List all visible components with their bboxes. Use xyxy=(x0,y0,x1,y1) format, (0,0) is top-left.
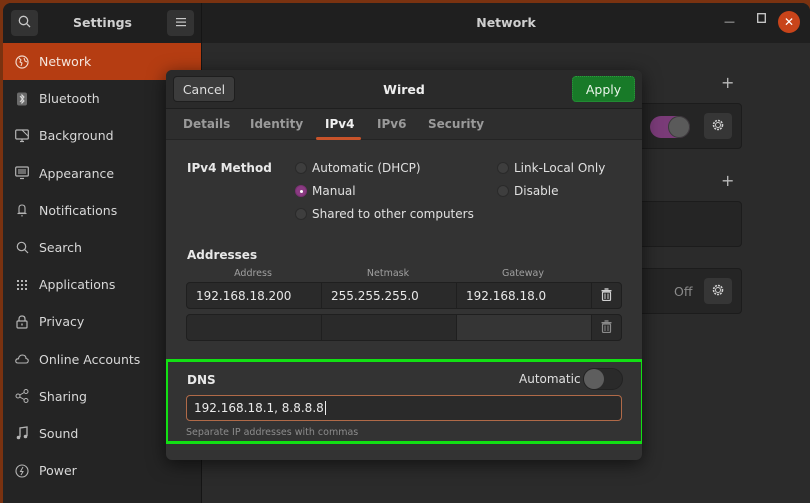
sidebar-item-label: Power xyxy=(39,463,77,479)
netmask-input[interactable] xyxy=(322,315,457,340)
radio-indicator xyxy=(497,162,509,174)
tab-ipv6[interactable]: IPv6 xyxy=(377,117,406,131)
radio-indicator xyxy=(295,162,307,174)
radio-indicator xyxy=(295,208,307,220)
sidebar-item-label: Bluetooth xyxy=(39,91,100,107)
minimize-icon: — xyxy=(724,15,735,28)
sidebar-item-label: Appearance xyxy=(39,165,115,181)
add-connection-button[interactable]: + xyxy=(721,171,734,190)
ipv4-method-label: IPv4 Method xyxy=(187,161,272,175)
netmask-input[interactable]: 255.255.255.0 xyxy=(322,283,457,308)
dns-input-value: 192.168.18.1, 8.8.8.8 xyxy=(194,401,324,415)
wired-dialog: Cancel Wired Apply Details Identity IPv4… xyxy=(166,70,642,460)
radio-link-local[interactable]: Link-Local Only xyxy=(497,161,605,175)
tab-security[interactable]: Security xyxy=(428,117,484,131)
addresses-label: Addresses xyxy=(187,248,258,262)
header-bar: Settings Network — ✕ xyxy=(3,3,810,43)
address-input[interactable]: 192.168.18.200 xyxy=(187,283,322,308)
sidebar-item-label: Search xyxy=(39,240,82,256)
maximize-icon xyxy=(757,13,766,26)
radio-label: Link-Local Only xyxy=(514,161,606,175)
maximize-button[interactable] xyxy=(757,13,766,26)
sidebar-item-label: Applications xyxy=(39,277,116,293)
sidebar-item-label: Network xyxy=(39,54,92,70)
proxy-settings-button[interactable] xyxy=(704,278,732,304)
apply-button[interactable]: Apply xyxy=(572,76,635,102)
dns-hint: Separate IP addresses with commas xyxy=(186,427,359,438)
text-caret xyxy=(324,401,326,415)
sidebar-item-label: Background xyxy=(39,128,114,144)
trash-icon xyxy=(601,319,612,336)
grid-icon xyxy=(15,278,29,292)
tab-ipv4[interactable]: IPv4 xyxy=(325,117,354,131)
address-row: 192.168.18.200 255.255.255.0 192.168.18.… xyxy=(186,282,622,309)
page-title: Network xyxy=(476,15,536,30)
wired-toggle[interactable] xyxy=(650,116,690,138)
music-note-icon xyxy=(15,426,29,440)
lock-icon xyxy=(15,315,29,329)
radio-indicator-checked xyxy=(295,185,307,197)
sidebar-item-label: Notifications xyxy=(39,202,118,218)
close-icon: ✕ xyxy=(783,15,795,29)
close-button[interactable]: ✕ xyxy=(778,11,800,33)
menu-button[interactable] xyxy=(167,10,194,36)
tab-identity[interactable]: Identity xyxy=(250,117,303,131)
bell-icon xyxy=(15,203,29,217)
trash-icon xyxy=(601,287,612,304)
radio-manual[interactable]: Manual xyxy=(295,184,356,198)
radio-label: Automatic (DHCP) xyxy=(312,161,421,175)
radio-automatic-dhcp[interactable]: Automatic (DHCP) xyxy=(295,161,421,175)
dns-automatic-label: Automatic xyxy=(519,372,581,386)
radio-label: Shared to other computers xyxy=(312,207,474,221)
sidebar-item-label: Sound xyxy=(39,425,79,441)
dns-label: DNS xyxy=(187,373,216,387)
bluetooth-icon xyxy=(15,92,29,106)
sidebar-item-label: Sharing xyxy=(39,388,87,404)
address-input[interactable] xyxy=(187,315,322,340)
tab-details[interactable]: Details xyxy=(183,117,230,131)
plus-icon: + xyxy=(721,171,735,190)
radio-shared[interactable]: Shared to other computers xyxy=(295,207,474,221)
dns-automatic-toggle[interactable] xyxy=(583,368,623,390)
power-icon xyxy=(15,464,29,478)
radio-label: Disable xyxy=(514,184,559,198)
plus-icon: + xyxy=(721,73,735,92)
share-icon xyxy=(15,389,29,404)
globe-icon xyxy=(15,54,29,69)
radio-label: Manual xyxy=(312,184,356,198)
column-header-gateway: Gateway xyxy=(502,268,544,279)
minimize-button[interactable]: — xyxy=(724,15,735,28)
gear-icon xyxy=(711,118,725,135)
tab-bar: Details Identity IPv4 IPv6 Security xyxy=(166,109,642,140)
radio-disable[interactable]: Disable xyxy=(497,184,559,198)
gateway-input[interactable] xyxy=(457,315,592,340)
dialog-title: Wired xyxy=(383,82,425,97)
hamburger-menu-icon xyxy=(175,16,186,30)
dns-input[interactable]: 192.168.18.1, 8.8.8.8 xyxy=(186,395,622,421)
search-icon xyxy=(15,241,29,255)
active-tab-indicator xyxy=(316,137,361,140)
gear-icon xyxy=(711,283,725,300)
sidebar-item-label: Privacy xyxy=(39,314,85,330)
toggle-knob xyxy=(668,116,690,138)
add-vpn-button[interactable]: + xyxy=(721,73,734,92)
column-header-netmask: Netmask xyxy=(366,268,410,279)
proxy-status: Off xyxy=(674,284,693,299)
dialog-header: Cancel Wired Apply xyxy=(166,70,642,109)
background-icon xyxy=(15,129,29,143)
delete-address-button[interactable] xyxy=(592,315,621,340)
cloud-icon xyxy=(15,352,29,366)
sidebar-header: Settings xyxy=(3,3,202,43)
wired-settings-button[interactable] xyxy=(704,113,732,139)
gateway-input[interactable]: 192.168.18.0 xyxy=(457,283,592,308)
toggle-knob xyxy=(584,369,604,389)
appearance-icon xyxy=(15,166,29,180)
radio-indicator xyxy=(497,185,509,197)
address-row xyxy=(186,314,622,341)
sidebar-item-label: Online Accounts xyxy=(39,351,141,367)
column-header-address: Address xyxy=(234,268,272,279)
delete-address-button[interactable] xyxy=(592,283,621,308)
